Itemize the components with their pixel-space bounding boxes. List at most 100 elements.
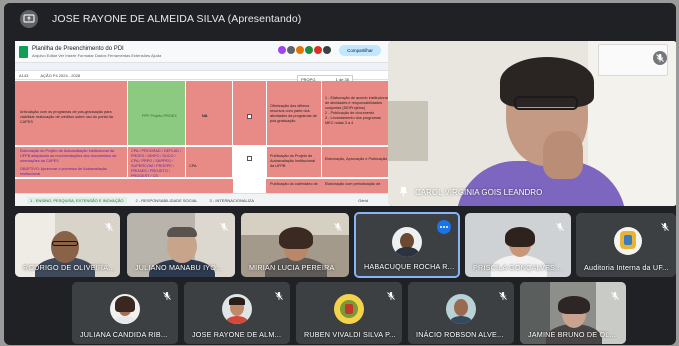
participant-tile[interactable]: PRISCILA GONÇALVES...: [465, 213, 571, 277]
collaborator-avatars: [277, 46, 331, 54]
mic-off-icon: [555, 219, 565, 237]
speaker-glasses: [514, 96, 578, 110]
participant-name: JULIANO MANABU IYO...: [135, 263, 223, 272]
participant-tile[interactable]: MIRIAN LUCIA PEREIRA: [241, 213, 349, 277]
avatar: [287, 46, 295, 54]
sheets-logo-icon: [19, 45, 28, 58]
participant-tile[interactable]: JOSE RAYONE DE ALM...: [184, 282, 290, 344]
sheet-toolbar: [15, 63, 391, 71]
participant-name: HABACUQUE ROCHA R...: [364, 262, 455, 271]
participant-hair: [279, 227, 313, 249]
doc-menu: Arquivo Editar Ver Inserir Formatar Dado…: [32, 52, 162, 58]
participant-name: JOSE RAYONE DE ALM...: [192, 330, 282, 339]
cell-unit: CPA: [189, 164, 197, 168]
mic-off-icon: [498, 288, 508, 306]
formula-text: AÇÃO P4 2024 - 2028: [40, 72, 81, 78]
checkbox-icon: [247, 114, 252, 119]
mic-off-icon: [386, 288, 396, 306]
avatar: [392, 227, 422, 257]
avatar: [446, 294, 476, 324]
pin-icon: [400, 187, 407, 198]
avatar-torso: [450, 316, 472, 324]
participant-tile[interactable]: RODRIGO DE OLIVEIRA...: [15, 213, 120, 277]
presenting-icon: [20, 10, 38, 28]
avatar-logo: [624, 235, 632, 245]
red-cell: [233, 81, 266, 145]
avatar-torso: [395, 247, 419, 257]
mic-off-icon: [653, 51, 667, 70]
cell-steps: 1 - Elaboração de acordo institucional d…: [325, 96, 389, 125]
doc-title: Planilha de Preenchimento do PDI: [32, 45, 124, 52]
avatar: [334, 294, 364, 324]
mic-off-icon: [660, 219, 670, 237]
participant-tile[interactable]: Auditoria Interna da UF...: [576, 213, 676, 277]
participant-tile[interactable]: JULIANO MANABU IYO...: [127, 213, 235, 277]
mic-off-icon: [219, 219, 229, 237]
cell-goal: Publicação do calendário de: [270, 182, 318, 186]
cell-goal: Otimização dos últimos recursos com part…: [270, 104, 317, 123]
mic-off-icon: [610, 288, 620, 306]
cell-objective: OBJETIVO: Aprimorar o processo de Autoav…: [20, 167, 107, 176]
participant-tile[interactable]: RUBEN VIVALDI SILVA P...: [296, 282, 402, 344]
participant-name: RUBEN VIVALDI SILVA P...: [304, 330, 396, 339]
cell-action: Elaboração do Projeto de Autoavaliação I…: [20, 149, 117, 163]
cell-action: Articulação com os programas de pós-grad…: [20, 110, 113, 124]
participant-name: JAMINE BRUNO DE OL...: [528, 330, 617, 339]
speaker-name-row: CAROL VIRGINIA GOIS LEANDRO: [400, 187, 542, 198]
sheet-grid: Articulação com os programas de pós-grad…: [15, 81, 391, 193]
sheet-header: Planilha de Preenchimento do PDI Arquivo…: [15, 41, 391, 63]
participant-face: [51, 231, 79, 263]
avatar: [614, 227, 642, 255]
cell-responsible: CPA / PROGRAD / DEPLAD / PROEX / DINFO /…: [131, 149, 182, 178]
participant-name: PRISCILA GONÇALVES...: [473, 263, 562, 272]
share-button: Compartilhar: [339, 45, 381, 56]
avatar-hair: [115, 296, 135, 312]
cell-goal: Publicação do Projeto de Autoavaliação I…: [270, 154, 315, 168]
shared-screen[interactable]: Planilha de Preenchimento do PDI Arquivo…: [15, 41, 391, 206]
participant-name: RODRIGO DE OLIVEIRA...: [23, 263, 115, 272]
avatar: [305, 46, 313, 54]
checkbox-icon: [247, 156, 252, 161]
glasses: [52, 241, 78, 246]
avatar-hair: [229, 297, 245, 305]
speaker-hand: [543, 131, 583, 179]
white-cell: [233, 179, 266, 193]
cell-steps: Elaboração com periodização de: [325, 182, 381, 186]
participant-name: JULIANA CANDIDA RIB...: [80, 330, 168, 339]
avatar: [314, 46, 322, 54]
avatar-torso: [114, 316, 136, 324]
cell-status: NA: [202, 114, 208, 118]
participant-hair: [558, 296, 590, 314]
avatar: [222, 294, 252, 324]
presenter-bar: JOSE RAYONE DE ALMEIDA SILVA (Apresentan…: [4, 3, 676, 35]
sheet-tab: 2 - RESPONSABILIDADE SOCIAL: [135, 197, 198, 203]
avatar-torso: [226, 316, 248, 324]
participant-hair: [167, 227, 197, 237]
participant-tile[interactable]: HABACUQUE ROCHA R...: [354, 212, 460, 278]
participant-name: INÁCIO ROBSON ALVE...: [416, 330, 504, 339]
mic-off-icon: [274, 288, 284, 306]
sheet-tab: 3 - INTERNACIONALIZA: [209, 197, 254, 203]
meeting-window: JOSE RAYONE DE ALMEIDA SILVA (Apresentan…: [4, 3, 676, 345]
presenter-title: JOSE RAYONE DE ALMEIDA SILVA (Apresentan…: [52, 13, 302, 25]
red-cell: [186, 147, 232, 177]
avatar-logo: [345, 304, 353, 314]
avatar: [323, 46, 331, 54]
sheet-tab: 1 - ENSINO, PESQUISA, EXTENSÃO E INOVAÇÃ…: [27, 196, 127, 204]
participant-tile[interactable]: INÁCIO ROBSON ALVE...: [408, 282, 514, 344]
white-cell: [233, 147, 266, 177]
avatar: [110, 294, 140, 324]
avatar: [296, 46, 304, 54]
more-options-icon[interactable]: [437, 220, 451, 234]
participant-tile[interactable]: JAMINE BRUNO DE OL...: [520, 282, 626, 344]
speaker-name: CAROL VIRGINIA GOIS LEANDRO: [415, 188, 543, 197]
participant-name: MIRIAN LUCIA PEREIRA: [249, 263, 335, 272]
participant-name: Auditoria Interna da UF...: [584, 263, 669, 272]
mic-off-icon: [162, 288, 172, 306]
mic-off-icon: [333, 219, 343, 237]
avatar-face: [454, 299, 468, 316]
sheet-tab: Gérid: [358, 197, 368, 203]
participant-tile[interactable]: JULIANA CANDIDA RIB...: [72, 282, 178, 344]
cell-steps: Elaboração, Aprovação e Publicação: [325, 157, 388, 161]
speaker-tile[interactable]: CAROL VIRGINIA GOIS LEANDRO: [388, 41, 676, 206]
